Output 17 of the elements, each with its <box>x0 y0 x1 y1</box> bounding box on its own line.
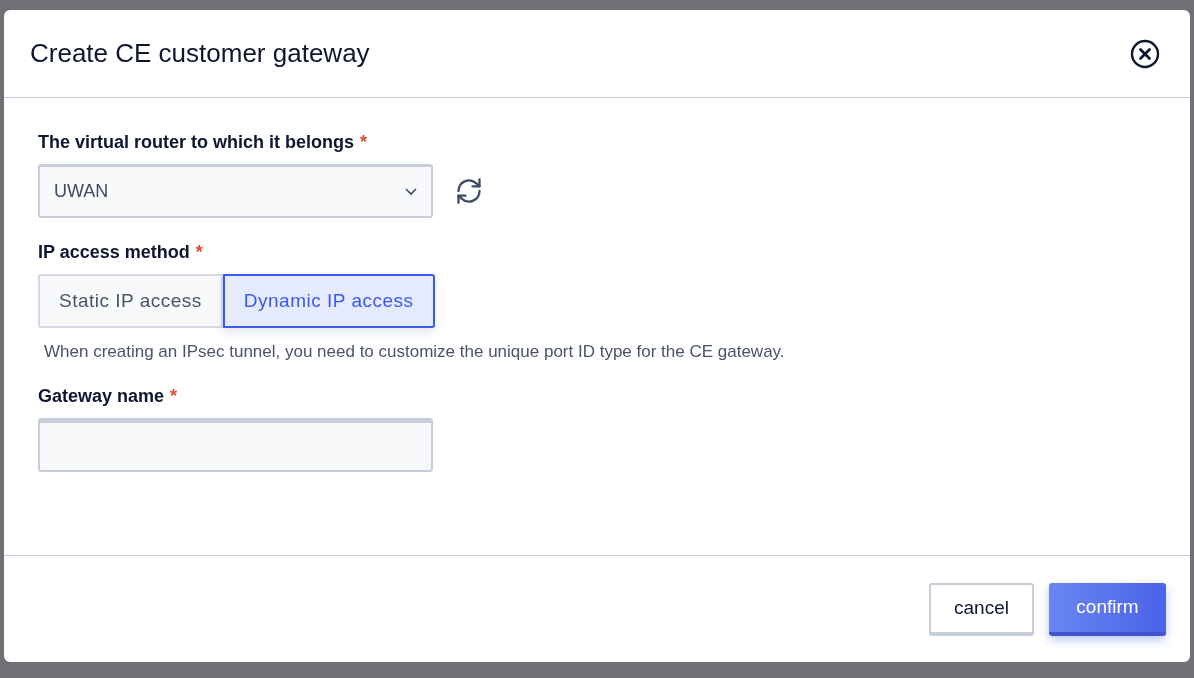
hint-text: When creating an IPsec tunnel, you need to customize the unique port ID type for the CE gateway. <box>44 342 786 362</box>
chevron-down-icon <box>405 187 417 196</box>
refresh-icon[interactable] <box>455 177 483 205</box>
field-label: IP access method <box>38 242 190 263</box>
field-label: Gateway name <box>38 386 165 407</box>
cancel-button[interactable]: cancel <box>929 582 1034 636</box>
access-method-option[interactable]: Dynamic IP access <box>222 274 435 328</box>
required-mark: * <box>195 242 203 263</box>
router-select[interactable]: UWAN <box>38 164 433 218</box>
close-icon[interactable] <box>1130 38 1160 69</box>
required-mark: * <box>170 386 178 407</box>
dialog-title: Create CE customer gateway <box>30 38 370 69</box>
access-method-option[interactable]: Static IP access <box>38 274 223 328</box>
required-mark: * <box>360 132 368 153</box>
gateway-name-field[interactable] <box>38 418 433 472</box>
field-label: The virtual router to which it belongs <box>38 132 355 153</box>
confirm-button[interactable]: confirm <box>1049 582 1166 636</box>
